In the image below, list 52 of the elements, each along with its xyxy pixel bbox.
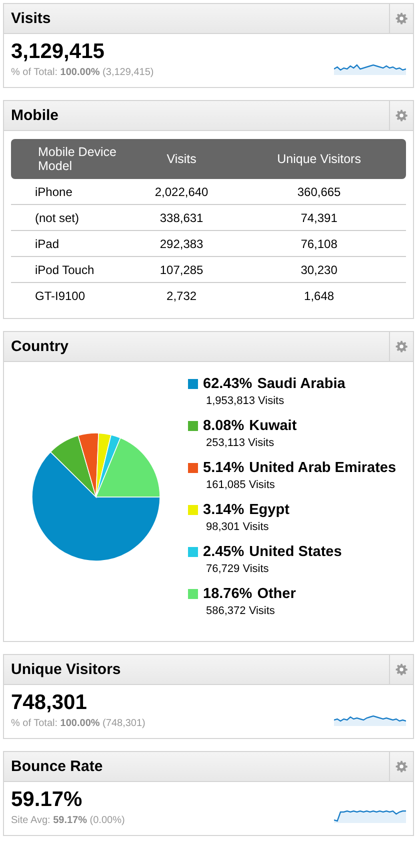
metric-value: 3,129,415: [11, 39, 106, 64]
metric-value: 59.17%: [11, 787, 84, 812]
table-cell: iPod Touch: [11, 256, 131, 282]
table-cell: iPad: [11, 230, 131, 256]
metric-subtitle: % of Total: 100.00% (3,129,415): [11, 67, 154, 78]
table-cell: 2,732: [131, 282, 232, 308]
legend-visits: 253,113 Visits: [205, 437, 276, 449]
legend-visits: 161,085 Visits: [205, 479, 276, 491]
settings-icon: [395, 109, 408, 122]
column-header: Unique Visitors: [232, 139, 406, 179]
table-cell: GT-I9100: [11, 282, 131, 308]
table-cell: 76,108: [232, 230, 406, 256]
table-cell: 338,631: [131, 204, 232, 230]
metric-subtitle: % of Total: 100.00% (748,301): [11, 718, 146, 729]
table-cell: 2,022,640: [131, 179, 232, 204]
legend-label: Egypt: [249, 502, 290, 518]
metric-subtitle: Site Avg: 59.17% (0.00%): [11, 815, 125, 826]
legend-share: 3.14%: [203, 502, 244, 518]
settings-icon: [395, 760, 408, 773]
table-cell: 360,665: [232, 179, 406, 204]
settings-icon: [395, 663, 408, 676]
table-cell: iPhone: [11, 179, 131, 204]
table-cell: 1,648: [232, 282, 406, 308]
legend-share: 8.08%: [203, 418, 244, 434]
legend-label: Saudi Arabia: [257, 376, 346, 392]
legend-label: Kuwait: [249, 418, 297, 434]
column-header: Visits: [131, 139, 232, 179]
table-cell: 30,230: [232, 256, 406, 282]
settings-icon: [395, 340, 408, 353]
legend-share: 62.43%: [203, 376, 252, 392]
legend-label: United States: [249, 544, 342, 560]
legend-visits: 1,953,813 Visits: [205, 395, 286, 407]
legend-label: United Arab Emirates: [249, 460, 396, 476]
legend-label: Other: [257, 586, 296, 602]
widget-title: Country: [10, 338, 70, 355]
widget-title: Unique Visitors: [10, 661, 122, 678]
legend-share: 2.45%: [203, 544, 244, 560]
widget-title: Bounce Rate: [10, 758, 104, 775]
widget-title: Visits: [10, 10, 52, 27]
table-cell: 74,391: [232, 204, 406, 230]
table-cell: 107,285: [131, 256, 232, 282]
table-cell: (not set): [11, 204, 131, 230]
legend-visits: 76,729 Visits: [205, 563, 270, 575]
table-cell: 292,383: [131, 230, 232, 256]
widget-title: Mobile: [10, 107, 60, 124]
legend-visits: 586,372 Visits: [205, 605, 276, 617]
legend-share: 5.14%: [203, 460, 244, 476]
legend-share: 18.76%: [203, 586, 252, 602]
metric-value: 748,301: [11, 690, 88, 715]
settings-icon: [395, 12, 408, 25]
column-header: Mobile Device Model: [11, 139, 131, 179]
legend-visits: 98,301 Visits: [205, 521, 270, 533]
